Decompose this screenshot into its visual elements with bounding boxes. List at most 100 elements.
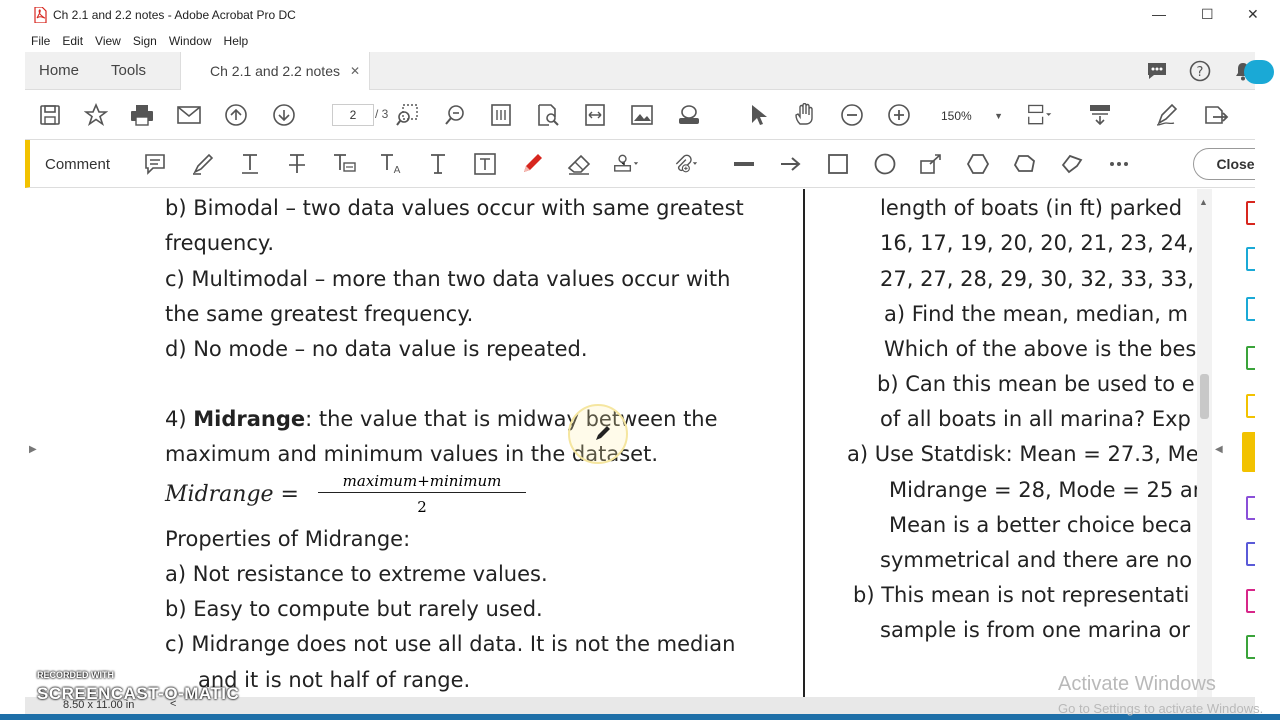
user-avatar[interactable] (1244, 60, 1274, 84)
print-icon[interactable] (129, 103, 155, 127)
stamp-tool-icon[interactable] (676, 103, 702, 127)
zoom-tool-icon[interactable] (442, 103, 468, 127)
menu-view[interactable]: View (95, 34, 121, 48)
hand-tool-icon[interactable] (792, 103, 818, 127)
scrollbar-thumb[interactable] (1200, 374, 1209, 419)
comment-tool-label: Comment (45, 156, 111, 173)
insert-text-icon[interactable]: A (378, 152, 404, 176)
next-page-icon[interactable] (271, 103, 297, 127)
pen-cursor-icon (596, 426, 610, 440)
cloud-tool-icon[interactable] (1012, 152, 1038, 176)
stamp-icon[interactable] (613, 152, 639, 176)
tab-home[interactable]: Home (39, 62, 79, 79)
tab-document[interactable]: Ch 2.1 and 2.2 notes ✕ (180, 52, 370, 90)
comments-chat-icon[interactable] (1145, 60, 1169, 82)
page-divider (803, 189, 805, 697)
polygon-tool-icon[interactable] (965, 152, 991, 176)
text-line: 27, 27, 28, 29, 30, 32, 33, 33, (880, 267, 1194, 291)
find-text-icon[interactable] (535, 103, 561, 127)
chevron-down-icon: ▼ (994, 111, 1003, 121)
menu-bar: File Edit View Sign Window Help (0, 30, 1280, 52)
text-line: length of boats (in ft) parked (880, 196, 1183, 220)
formula-denominator: 2 (417, 498, 427, 516)
right-tools-pane: ◀ (1212, 189, 1262, 697)
page-number-input[interactable]: 2 (332, 104, 374, 126)
text-line: Mean is a better choice beca (889, 513, 1193, 537)
right-pane-toggle-icon[interactable]: ◀ (1215, 444, 1223, 455)
email-icon[interactable] (176, 103, 202, 127)
maximize-button[interactable]: ☐ (1201, 6, 1214, 23)
left-pane-toggle-icon[interactable]: ▶ (29, 444, 37, 455)
replace-text-icon[interactable] (331, 152, 357, 176)
menu-window[interactable]: Window (169, 34, 212, 48)
rectangle-tool-icon[interactable] (825, 152, 851, 176)
save-icon[interactable] (37, 103, 63, 127)
minimize-button[interactable]: — (1152, 6, 1166, 22)
midrange-term: Midrange (193, 407, 306, 431)
oval-tool-icon[interactable] (872, 152, 898, 176)
scroll-mode-icon[interactable] (1087, 103, 1113, 127)
tab-tools[interactable]: Tools (111, 62, 146, 79)
window-edge (1244, 52, 1280, 714)
menu-file[interactable]: File (31, 34, 50, 48)
fit-page-icon[interactable] (488, 103, 514, 127)
menu-sign[interactable]: Sign (133, 34, 157, 48)
eraser-icon[interactable] (566, 152, 592, 176)
recorded-with-label: RECORDED WITH (37, 670, 114, 680)
scroll-up-icon[interactable]: ▲ (1199, 197, 1208, 207)
bookmark-star-icon[interactable] (83, 103, 109, 127)
text-line: d) No mode – no data value is repeated. (165, 337, 588, 361)
comment-toolbar: Comment A Close (25, 140, 1278, 188)
svg-text:?: ? (1197, 65, 1204, 80)
page-display-icon[interactable] (1027, 103, 1053, 127)
svg-text:A: A (394, 165, 401, 176)
select-pointer-icon[interactable] (745, 103, 771, 127)
add-text-icon[interactable] (425, 152, 451, 176)
text-box-icon[interactable] (472, 152, 498, 176)
highlight-pen-icon[interactable] (190, 152, 216, 176)
close-window-button[interactable]: ✕ (1247, 6, 1259, 23)
strikethrough-icon[interactable] (284, 152, 310, 176)
document-viewport[interactable]: ▶ b) Bimodal – two data values occur wit… (25, 189, 1262, 697)
text-line: b) Bimodal – two data values occur with … (165, 196, 744, 220)
zoom-out-icon[interactable] (839, 103, 865, 127)
text-line: Which of the above is the bes (884, 337, 1197, 361)
arrow-tool-icon[interactable] (778, 152, 804, 176)
send-share-icon[interactable] (1203, 103, 1229, 127)
zoom-level-select[interactable]: 150% ▼ (931, 106, 1009, 126)
activate-windows-watermark: Activate Windows (1058, 673, 1216, 695)
formula-fraction: maximum+minimum 2 (318, 472, 526, 516)
text-line: Midrange = 28, Mode = 25 ar (889, 478, 1202, 502)
polyline-tool-icon[interactable] (1059, 152, 1085, 176)
menu-edit[interactable]: Edit (62, 34, 83, 48)
text-line: sample is from one marina or (880, 618, 1190, 642)
window-title: Ch 2.1 and 2.2 notes - Adobe Acrobat Pro… (53, 8, 296, 22)
callout-tool-icon[interactable] (918, 152, 944, 176)
vertical-scrollbar[interactable]: ▲ (1197, 189, 1212, 697)
image-icon[interactable] (629, 103, 655, 127)
close-tab-icon[interactable]: ✕ (350, 64, 360, 78)
zoom-in-icon[interactable] (886, 103, 912, 127)
text-line: a) Not resistance to extreme values. (165, 562, 548, 586)
menu-help[interactable]: Help (224, 34, 249, 48)
more-options-icon[interactable] (1106, 152, 1132, 176)
sticky-note-icon[interactable] (142, 152, 168, 176)
text-line: Properties of Midrange: (165, 527, 411, 551)
help-icon[interactable]: ? (1188, 60, 1212, 82)
fit-width-icon[interactable] (582, 103, 608, 127)
previous-page-icon[interactable] (223, 103, 249, 127)
text-line: of all boats in all marina? Exp (880, 407, 1191, 431)
text-line: 16, 17, 19, 20, 20, 21, 23, 24, (880, 231, 1194, 255)
text-line: the same greatest frequency. (165, 302, 474, 326)
acrobat-pdf-icon (34, 7, 47, 23)
line-tool-icon[interactable] (731, 152, 757, 176)
attach-file-icon[interactable] (672, 152, 698, 176)
marquee-zoom-icon[interactable] (394, 103, 420, 127)
drawing-pencil-icon[interactable] (519, 152, 545, 176)
sign-pen-icon[interactable] (1155, 103, 1181, 127)
tab-document-label: Ch 2.1 and 2.2 notes (210, 63, 340, 79)
text-line: b) This mean is not representati (853, 583, 1190, 607)
midrange-number: 4) (165, 407, 194, 431)
text-line: a) Use Statdisk: Mean = 27.3, Me (847, 442, 1199, 466)
underline-text-icon[interactable] (237, 152, 263, 176)
